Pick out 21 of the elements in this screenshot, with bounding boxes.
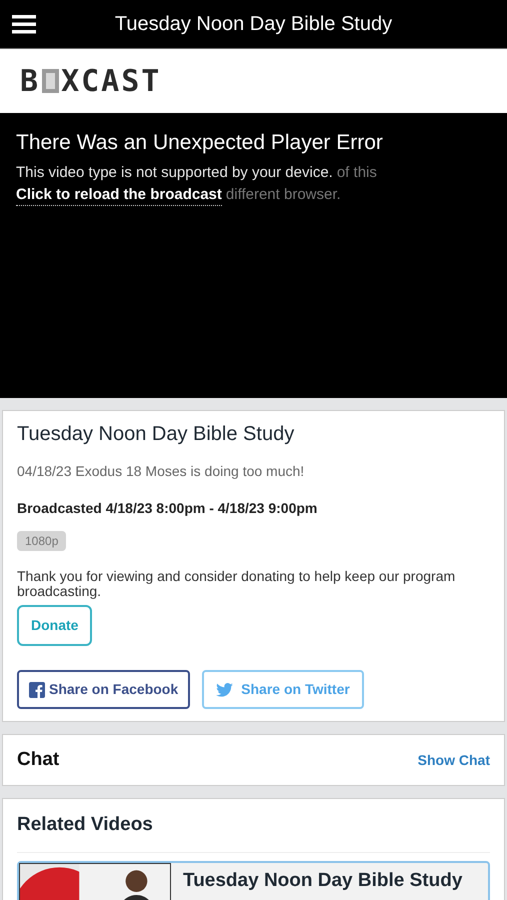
error-title: There Was an Unexpected Player Error bbox=[16, 130, 384, 156]
hidden-message-fragment: different browser. bbox=[226, 185, 341, 205]
related-heading: Related Videos bbox=[17, 811, 490, 852]
error-message: This video type is not supported by your device. bbox=[16, 163, 333, 183]
video-description: 04/18/23 Exodus 18 Moses is doing too much! bbox=[17, 462, 306, 481]
facebook-icon bbox=[29, 682, 45, 698]
menu-icon[interactable] bbox=[12, 14, 36, 34]
reload-link[interactable]: Click to reload the broadcast bbox=[16, 185, 222, 206]
broadcast-time: Broadcasted 4/18/23 8:00pm - 4/18/23 9:00pm bbox=[17, 499, 318, 518]
related-video-title: Tuesday Noon Day Bible Study bbox=[182, 868, 464, 892]
logo: B XCAST bbox=[20, 62, 162, 100]
chat-heading: Chat bbox=[17, 748, 60, 772]
donate-text: Thank you for viewing and consider donating to help keep our program broadcasting. bbox=[17, 569, 456, 599]
show-chat-link[interactable]: Show Chat bbox=[418, 750, 490, 770]
page-title: Tuesday Noon Day Bible Study bbox=[114, 12, 394, 37]
video-title: Tuesday Noon Day Bible Study bbox=[17, 422, 296, 447]
related-video-item[interactable]: Tuesday Noon Day Bible Study bbox=[17, 860, 490, 900]
hidden-message-fragment: of this bbox=[336, 163, 377, 183]
bird-icon bbox=[216, 682, 234, 696]
facebook-share-button[interactable]: Share on Facebook bbox=[17, 670, 190, 709]
quality-badge: 1080p bbox=[17, 531, 66, 551]
